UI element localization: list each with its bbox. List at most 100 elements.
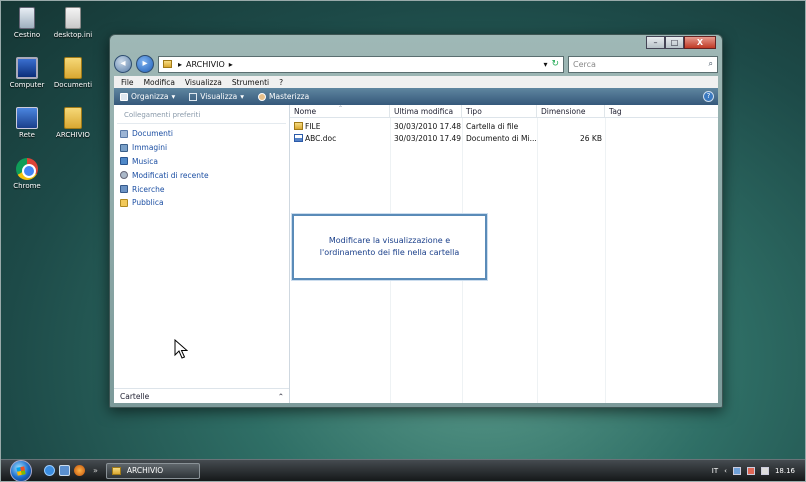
column-header-tag[interactable]: Tag [605,105,705,117]
mouse-cursor-icon [174,339,188,359]
file-type: Cartella di file [466,121,519,131]
desktop-icon-documenti[interactable]: Documenti [50,57,96,89]
navigation-pane: Collegamenti preferiti Documenti Immagin… [114,105,290,403]
desktop-icon-rete[interactable]: Rete [4,107,50,139]
menu-file[interactable]: File [121,78,134,87]
clock[interactable]: 18.16 [775,467,795,475]
masterizza-label: Masterizza [269,92,310,101]
search-icon[interactable]: ⌕ [709,59,713,69]
organizza-button[interactable]: Organizza ▾ [120,92,175,101]
documents-icon [120,129,128,138]
start-button[interactable] [10,459,32,482]
nav-item-pubblica[interactable]: Pubblica [120,196,289,210]
system-tray: IT ‹ 18.16 [712,466,805,475]
chevron-down-icon: ▾ [171,92,176,101]
language-indicator[interactable]: IT [712,467,718,475]
menu-help[interactable]: ? [279,78,283,87]
favorite-links-list: Documenti Immagini Musica Modificati di … [114,124,289,210]
search-input[interactable]: Cerca ⌕ [568,55,718,73]
menu-visualizza[interactable]: Visualizza [185,78,222,87]
close-button[interactable]: X [684,36,716,49]
firefox-icon[interactable] [74,465,85,476]
visualizza-button[interactable]: Visualizza ▾ [189,92,244,101]
column-header-dimensione[interactable]: Dimensione [537,105,605,117]
nav-item-modificati-di-recente[interactable]: Modificati di recente [120,168,289,182]
nav-item-label: Documenti [132,129,173,139]
file-modified: 30/03/2010 17.49 [394,134,462,144]
column-header-tipo[interactable]: Tipo [462,105,537,117]
breadcrumb-separator-icon: ▸ [228,59,233,69]
file-modified: 30/03/2010 17.48 [394,121,462,131]
desktop-icon-archivio[interactable]: ARCHIVIO [50,107,96,139]
minimize-button[interactable]: – [646,36,665,49]
column-label: Nome [294,107,317,116]
refresh-icon[interactable]: ↻ [551,59,559,69]
column-label: Dimensione [541,107,586,116]
file-name: FILE [305,121,321,131]
caption-buttons: – □ X [646,36,716,49]
recycle-bin-icon [19,7,35,29]
security-icon[interactable] [746,466,755,475]
column-label: Ultima modifica [394,107,454,116]
music-icon [120,157,128,166]
nav-item-musica[interactable]: Musica [120,155,289,169]
taskbar-button-archivio[interactable]: ARCHIVIO [105,462,200,479]
chrome-icon [16,158,38,180]
menu-modifica[interactable]: Modifica [144,78,175,87]
menu-bar: File Modifica Visualizza Strumenti ? [114,76,718,88]
nav-item-label: Pubblica [132,198,164,208]
sort-arrow-icon: ⌃ [338,105,344,112]
desktop-icon-label: Documenti [53,81,93,89]
menu-strumenti[interactable]: Strumenti [232,78,269,87]
breadcrumb-archivio[interactable]: ARCHIVIO [186,60,225,69]
network-status-icon[interactable] [732,466,741,475]
column-header-row: ⌃ Nome Ultima modifica Tipo Dimensione Ta… [290,105,718,118]
table-row[interactable]: FILE 30/03/2010 17.48 Cartella di file [290,120,718,133]
taskbar: » ARCHIVIO IT ‹ 18.16 [1,459,805,482]
table-row[interactable]: ABC.doc 30/03/2010 17.49 Documento di Mi… [290,133,718,146]
task-label: ARCHIVIO [126,466,164,475]
column-header-ultima-modifica[interactable]: Ultima modifica [390,105,462,117]
desktop-icon-chrome[interactable]: Chrome [4,158,50,190]
nav-item-immagini[interactable]: Immagini [120,141,289,155]
chevron-right-icon[interactable]: » [93,466,98,475]
address-dropdown-icon[interactable]: ▾ [543,60,547,69]
breadcrumb-separator-icon: ▸ [178,59,183,69]
folder-icon [64,57,82,79]
computer-icon [16,57,38,79]
nav-item-label: Immagini [132,143,168,153]
nav-item-documenti[interactable]: Documenti [120,127,289,141]
forward-button[interactable]: ▸ [136,55,154,73]
column-header-nome[interactable]: ⌃ Nome [290,105,390,117]
public-folder-icon [120,198,128,207]
searches-icon [120,185,128,194]
masterizza-button[interactable]: Masterizza [258,92,309,101]
desktop-icon-label: Computer [9,81,45,89]
folder-icon [64,107,82,129]
folders-label: Cartelle [120,391,150,401]
nav-item-label: Musica [132,156,158,166]
chevron-left-icon[interactable]: ‹ [724,467,727,475]
folder-icon [111,466,121,475]
folder-icon [294,121,303,130]
back-button[interactable]: ◂ [114,55,132,73]
favorite-links-header: Collegamenti preferiti [117,105,286,124]
search-placeholder: Cerca [573,59,596,69]
nav-item-ricerche[interactable]: Ricerche [120,182,289,196]
word-document-icon [294,134,303,143]
volume-icon[interactable] [760,466,769,475]
settings-file-icon [65,7,81,29]
show-desktop-icon[interactable] [59,465,70,476]
desktop-icon-desktop-ini[interactable]: desktop.ini [50,7,96,39]
column-label: Tipo [466,107,482,116]
desktop-icon-recycle-bin[interactable]: Cestino [4,7,50,39]
folders-toggle[interactable]: Cartelle ⌃ [114,388,289,403]
desktop-icon-computer[interactable]: Computer [4,57,50,89]
maximize-button[interactable]: □ [665,36,684,49]
column-label: Tag [609,107,622,116]
chevron-up-icon: ⌃ [277,391,284,401]
recent-icon [120,171,128,180]
internet-explorer-icon[interactable] [44,465,55,476]
address-bar[interactable]: ▸ ARCHIVIO ▸ ▾ ↻ [158,55,564,73]
help-icon[interactable]: ? [703,91,714,102]
